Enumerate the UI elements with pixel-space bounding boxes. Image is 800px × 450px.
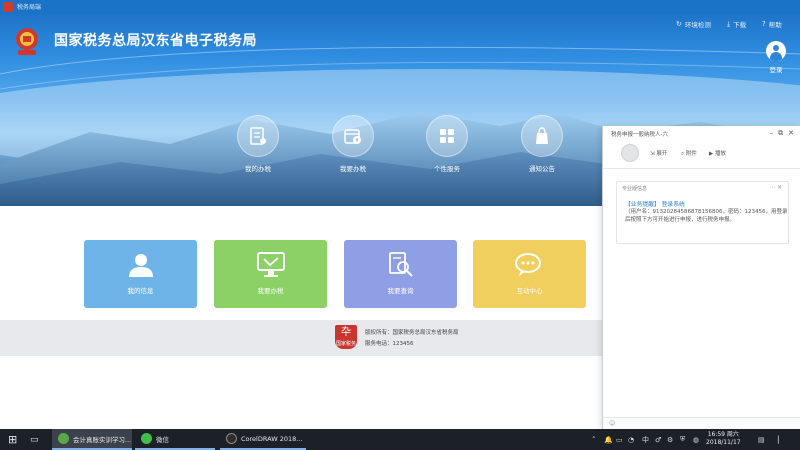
nav-my-tax[interactable]: 我的办税 — [236, 115, 280, 173]
expand-icon: ⇲ — [650, 151, 655, 157]
divider — [603, 168, 800, 169]
contact-avatar — [621, 144, 639, 162]
grid-icon — [426, 115, 468, 157]
window-title-bar: 税务局端 — [0, 0, 800, 14]
message-title[interactable]: 【业务提醒】 登录系统 — [625, 199, 685, 208]
card-label: 我要查询 — [387, 287, 414, 295]
nav-label: 我要办税 — [340, 165, 366, 173]
tax-bureau-logo: 卆国家税务 — [335, 325, 357, 349]
download-icon: ⤓ — [727, 19, 731, 28]
message-card: 专业版信息 ⋯ ✕ 【业务提醒】 登录系统 （用户名：9132028458687… — [616, 181, 789, 244]
site-title: 国家税务总局汉东省电子税务局 — [54, 33, 257, 49]
window-title: 税务局端 — [17, 4, 42, 11]
card-query[interactable]: 我要查询 — [344, 240, 457, 308]
nav-announcements[interactable]: 通知公告 — [520, 115, 564, 173]
card-label: 我的信息 — [127, 287, 154, 295]
close-icon[interactable]: ✕ — [788, 129, 794, 138]
message-popup: 税务申报一般纳税人-六 – ⧉ ✕ ⇲ 展开 ⌕ 附件 ▶ 播放 专业版信息 ⋯… — [602, 126, 800, 429]
message-header: 专业版信息 — [622, 186, 648, 192]
person-icon — [84, 250, 197, 280]
env-check-link[interactable]: ↻ 环境检测 — [676, 19, 711, 29]
nav-personal-service[interactable]: 个性服务 — [425, 115, 469, 173]
monitor-icon — [214, 250, 327, 280]
taskbar-app-wechat[interactable]: 微信 — [135, 429, 215, 450]
popup-window-controls: – ⧉ ✕ — [770, 129, 794, 138]
attachment-icon: ⌕ — [681, 151, 685, 157]
clock-time: 16:59 周六 — [707, 431, 739, 438]
settings-icon[interactable]: ⚙ — [667, 429, 673, 450]
search-document-icon — [344, 250, 457, 280]
card-my-info[interactable]: 我的信息 — [84, 240, 197, 308]
tray-chevron-icon[interactable]: ˄ — [592, 429, 596, 450]
system-clock[interactable]: 16:59 周六 2018/11/17 — [706, 431, 741, 447]
notification-bell-icon[interactable]: 🔔 — [604, 429, 613, 450]
help-icon: ? — [762, 20, 766, 28]
input-method-icon[interactable]: ♂ — [655, 429, 661, 450]
nav-label: 个性服务 — [434, 165, 460, 173]
card-interaction[interactable]: 互动中心 — [473, 240, 586, 308]
play-button[interactable]: ▶ 播放 — [709, 149, 726, 157]
taskbar-app-accounting[interactable]: 会计真账实训学习... — [52, 429, 132, 450]
user-avatar-icon — [766, 41, 786, 61]
accounting-app-icon — [58, 433, 69, 444]
chat-icon — [473, 250, 586, 280]
emoji-icon[interactable]: ☺ — [609, 420, 615, 427]
download-link[interactable]: ⤓ 下载 — [727, 19, 746, 30]
tax-emblem-icon — [16, 28, 38, 55]
message-options-icon[interactable]: ⋯ ✕ — [769, 184, 782, 191]
maximize-icon[interactable]: ⧉ — [778, 129, 783, 138]
calendar-icon: ¥ — [332, 115, 374, 157]
message-body: （用户名：91320284586878156806，密码：123456，用登录后… — [625, 209, 788, 223]
coreldraw-icon — [226, 433, 237, 444]
card-label: 互动中心 — [516, 287, 543, 295]
nav-label: 我的办税 — [245, 165, 271, 173]
card-label: 我要办税 — [257, 287, 284, 295]
service-phone-text: 服务电话：123456 — [365, 341, 414, 347]
action-center-icon[interactable]: ▤ — [758, 429, 765, 450]
refresh-icon: ↻ — [676, 20, 682, 28]
help-link[interactable]: ? 帮助 — [762, 19, 782, 29]
clock-date: 2018/11/17 — [706, 439, 741, 446]
minimize-icon[interactable]: – — [770, 129, 774, 138]
card-do-tax[interactable]: 我要办税 — [214, 240, 327, 308]
antivirus-icon[interactable]: ⛨ — [680, 429, 685, 450]
taskbar-app-coreldraw[interactable]: CorelDRAW 2018... — [220, 429, 306, 450]
show-desktop-icon[interactable]: ▏ — [778, 429, 783, 450]
nav-label: 通知公告 — [529, 165, 555, 173]
nav-do-tax[interactable]: ¥ 我要办税 — [331, 115, 375, 173]
wechat-icon — [141, 433, 152, 444]
login-button[interactable]: 登录 — [765, 41, 787, 86]
popup-title: 税务申报一般纳税人-六 — [611, 132, 668, 138]
ime-language-indicator[interactable]: 中 — [642, 429, 649, 450]
taskbar: ⊞ ▭ 会计真账实训学习... 微信 CorelDRAW 2018... ˄ 🔔… — [0, 429, 800, 450]
popup-input-bar[interactable]: ☺ — [603, 417, 800, 429]
network-icon[interactable]: ◔ — [628, 429, 634, 450]
windows-start-icon[interactable]: ⊞ — [8, 429, 17, 450]
battery-icon[interactable]: ▭ — [616, 429, 623, 450]
play-icon: ▶ — [709, 151, 714, 157]
svg-text:¥: ¥ — [355, 138, 358, 144]
app-icon — [3, 2, 13, 12]
copyright-text: 版权所有：国家税务总局汉东省税务局 — [365, 330, 459, 336]
expand-button[interactable]: ⇲ 展开 — [650, 149, 667, 157]
login-label: 登录 — [769, 66, 783, 74]
bag-icon — [521, 115, 563, 157]
attachment-button[interactable]: ⌕ 附件 — [681, 149, 697, 158]
document-icon — [237, 115, 279, 157]
wechat-tray-icon[interactable]: ◍ — [693, 429, 699, 450]
task-view-icon[interactable]: ▭ — [30, 429, 39, 450]
